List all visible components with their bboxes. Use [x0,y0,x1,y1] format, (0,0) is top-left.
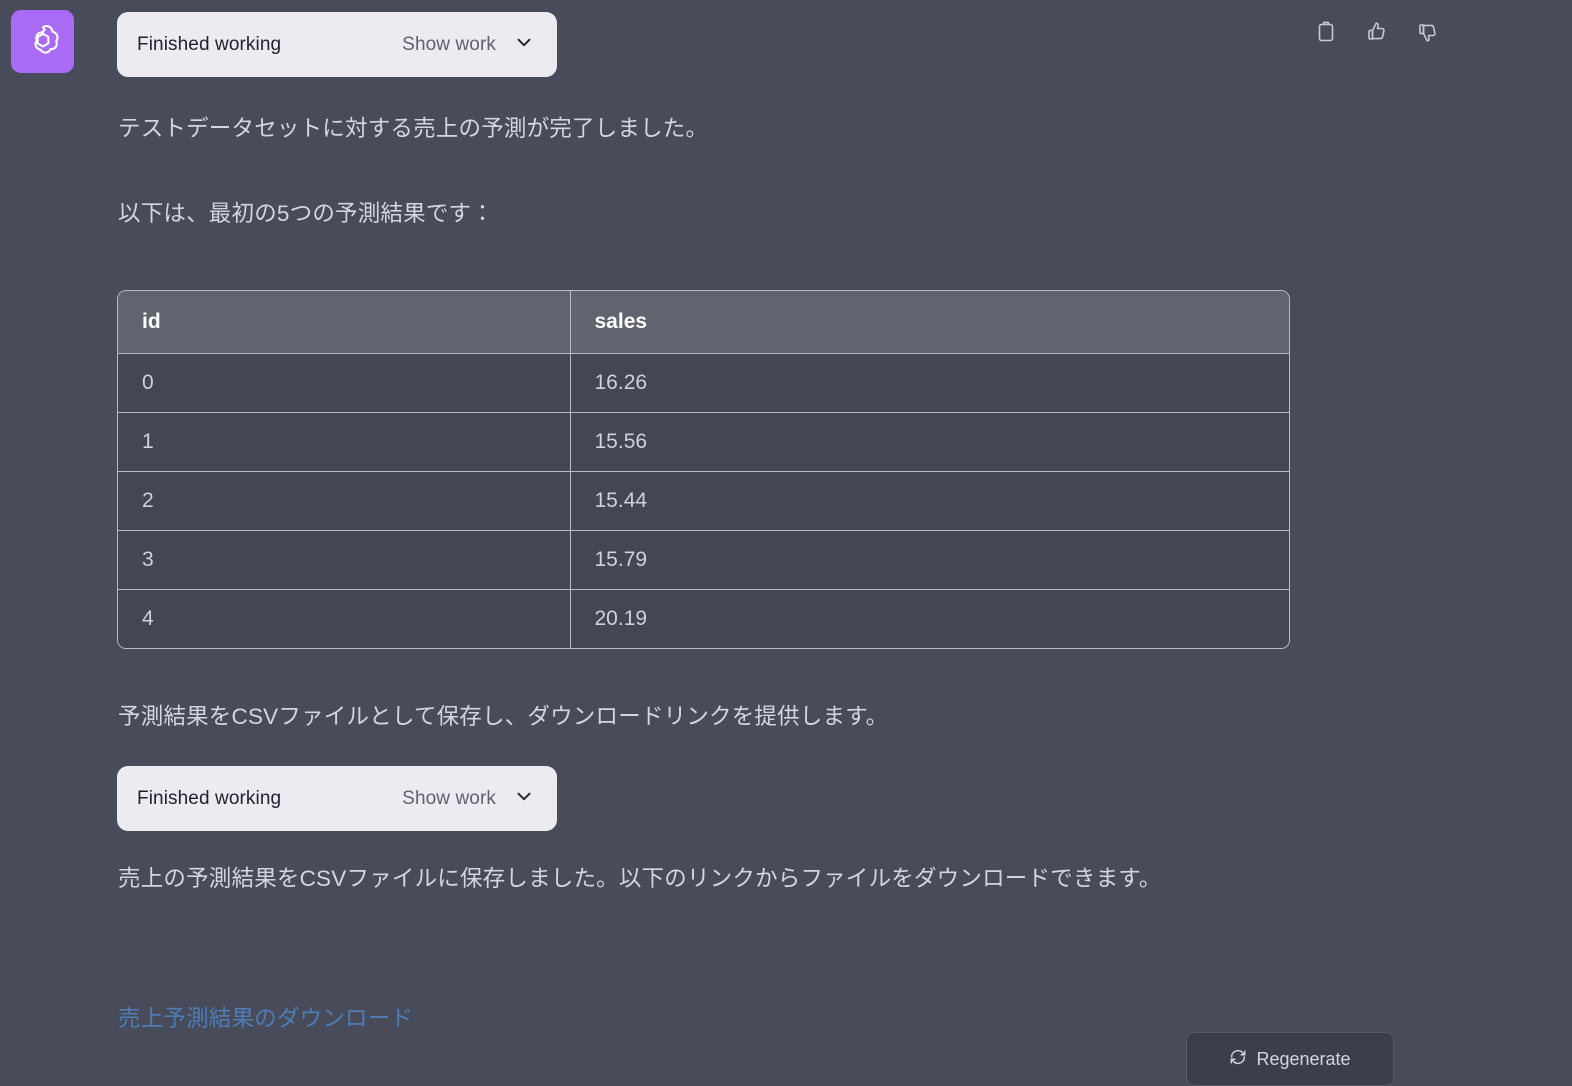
cell-id: 0 [118,353,571,413]
paragraph-save-csv: 予測結果をCSVファイルとして保存し、ダウンロードリンクを提供します。 [118,704,889,729]
chat-response-screen: Finished working Show work テストデータセットに対する… [0,0,1572,1086]
download-results-link[interactable]: 売上予測結果のダウンロード [118,996,413,1041]
table-row: 4 20.19 [118,589,1289,648]
table-row: 0 16.26 [118,353,1289,413]
cell-sales: 15.79 [570,530,1289,590]
column-header-id: id [118,291,571,354]
show-work-label-bottom: Show work [402,787,496,809]
cell-sales: 15.44 [570,471,1289,531]
finished-working-pill-bottom[interactable]: Finished working Show work [117,766,557,831]
paragraph-prediction-complete: テストデータセットに対する売上の予測が完了しました。 [118,116,709,141]
show-work-group-bottom[interactable]: Show work [402,785,535,812]
table-row: 2 15.44 [118,471,1289,531]
table-header-row: id sales [118,291,1289,354]
chevron-down-icon[interactable] [513,785,535,812]
finished-working-label-bottom: Finished working [137,787,282,809]
paragraph-saved-download: 売上の予測結果をCSVファイルに保存しました。以下のリンクからファイルをダウンロ… [118,866,1162,891]
thumbs-up-icon[interactable] [1361,16,1393,48]
finished-working-pill-top[interactable]: Finished working Show work [117,12,557,77]
refresh-icon [1229,1048,1247,1071]
copy-icon[interactable] [1310,16,1342,48]
regenerate-button[interactable]: Regenerate [1186,1032,1394,1086]
table-row: 3 15.79 [118,530,1289,590]
cell-id: 4 [118,589,571,648]
openai-logo-icon [23,22,63,62]
column-header-sales: sales [570,291,1289,354]
thumbs-down-icon[interactable] [1412,16,1444,48]
predictions-table: id sales 0 16.26 1 15.56 2 15.44 3 15.79… [117,290,1290,649]
show-work-group-top[interactable]: Show work [402,31,535,58]
table-row: 1 15.56 [118,412,1289,472]
paragraph-first-five: 以下は、最初の5つの予測結果です： [118,201,494,226]
cell-id: 3 [118,530,571,590]
cell-id: 1 [118,412,571,472]
cell-sales: 20.19 [570,589,1289,648]
cell-id: 2 [118,471,571,531]
table-body: 0 16.26 1 15.56 2 15.44 3 15.79 4 20.19 [118,353,1289,648]
cell-sales: 16.26 [570,353,1289,413]
chevron-down-icon[interactable] [513,31,535,58]
assistant-avatar [11,10,74,73]
show-work-label-top: Show work [402,33,496,55]
cell-sales: 15.56 [570,412,1289,472]
regenerate-label: Regenerate [1256,1048,1351,1069]
response-actions [1310,16,1444,48]
finished-working-label-top: Finished working [137,33,282,55]
